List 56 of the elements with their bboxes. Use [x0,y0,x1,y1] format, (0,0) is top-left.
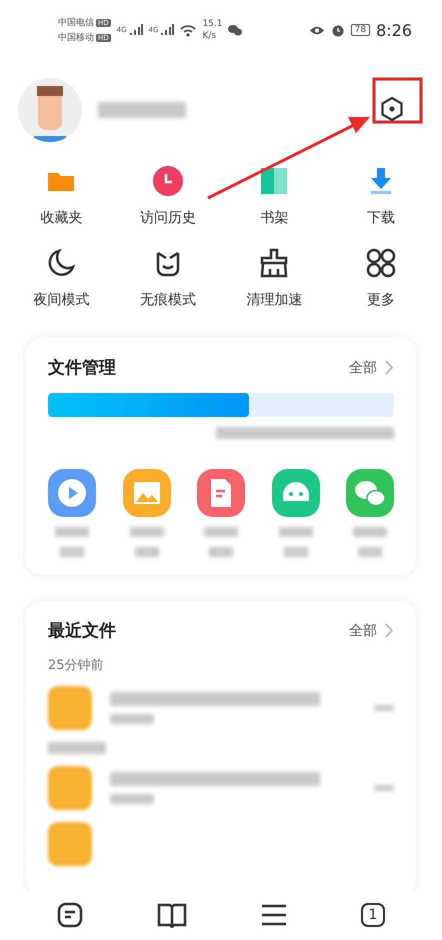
android-icon[interactable] [272,469,320,517]
clock-time: 8:26 [376,20,412,40]
blurred-label [204,527,238,537]
quick-action[interactable]: 更多 [328,246,434,310]
blurred-label [353,527,387,537]
chevron-icon [385,623,394,638]
document-icon[interactable] [197,469,245,517]
menu-icon[interactable] [261,904,287,926]
wifi-icon [180,24,196,36]
blurred-file-size [110,714,154,724]
quick-action[interactable]: 书架 [221,164,328,228]
quick-action[interactable]: 夜间模式 [8,246,114,310]
wechat-icon[interactable] [346,469,394,517]
file-icon [48,766,92,810]
section-title: 最近文件 [48,620,116,642]
blurred-label [278,527,312,537]
quick-action[interactable]: 访问历史 [114,164,221,228]
view-all-link[interactable]: 全部 [349,358,394,376]
speed-unit: K/s [202,31,218,41]
blurred-label [358,547,382,557]
eye-icon [308,24,325,36]
blurred-label [60,547,84,557]
carrier-name: 中国移动 [58,32,94,44]
blurred-label [130,527,164,537]
quick-action[interactable]: 清理加速 [221,246,328,310]
view-all-link[interactable]: 全部 [349,622,394,640]
home-icon[interactable] [57,902,83,928]
clock-icon [152,165,184,197]
file-icon [48,686,92,730]
blurred-file-size [110,794,154,804]
quick-action[interactable]: 无痕模式 [114,246,221,310]
file-icon [48,822,92,866]
tab-count-button[interactable]: 1 [361,903,385,927]
section-title: 文件管理 [48,357,116,379]
blurred-label [55,527,89,537]
image-icon[interactable] [122,469,170,517]
broom-icon [258,247,290,279]
quick-action[interactable]: 下载 [328,164,434,228]
blurred-label [209,547,233,557]
highlight-frame [372,78,422,124]
network-speed: 15.1 [202,19,222,29]
signal-icon [128,24,143,36]
video-icon[interactable] [48,469,96,517]
grid-icon [364,247,397,279]
book-icon[interactable] [157,902,187,928]
time-group-label: 25分钟前 [48,657,105,674]
carrier-name: 中国电信 [58,16,94,29]
alarm-icon [330,23,345,37]
blurred-group-label [48,742,106,754]
blurred-label [284,547,308,557]
signal-icon [160,24,174,36]
battery-level: 78 [350,24,370,36]
quick-action[interactable]: 收藏夹 [8,164,114,228]
chat-icon [228,24,242,36]
blurred-label [134,547,158,557]
chevron-icon [385,360,394,375]
